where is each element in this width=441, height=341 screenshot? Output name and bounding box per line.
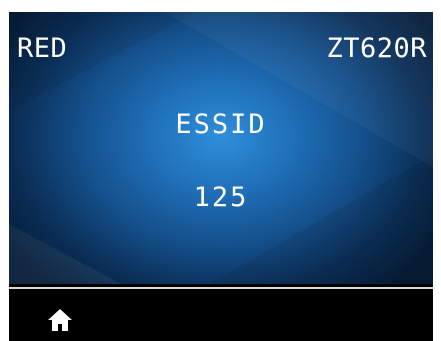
setting-value[interactable]: 125	[9, 184, 433, 211]
printer-name: RED	[17, 33, 68, 64]
printer-model: ZT620R	[326, 33, 427, 64]
display-screen: RED ZT620R ESSID 125	[9, 12, 433, 284]
setting-name: ESSID	[175, 109, 267, 140]
printer-display: RED ZT620R ESSID 125	[9, 12, 433, 341]
footer-divider	[9, 287, 433, 289]
home-icon	[48, 309, 72, 331]
home-button[interactable]	[39, 301, 81, 339]
